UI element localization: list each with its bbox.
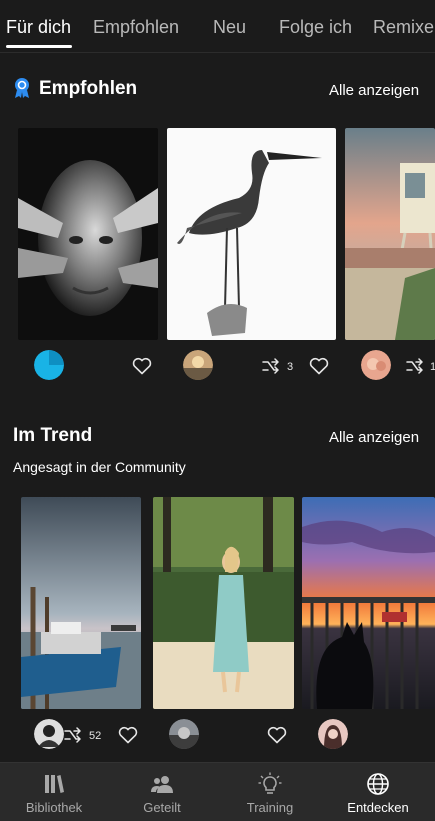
trending-see-all-link[interactable]: Alle anzeigen [329,429,419,446]
bottom-navigation: Bibliothek Geteilt Training Entdecken [0,762,435,821]
trending-photo-harbor[interactable] [21,497,141,709]
featured-photo-lifeguard-tower[interactable] [345,128,435,340]
nav-label-geteilt: Geteilt [143,800,181,815]
like-heart-icon[interactable] [132,357,152,375]
library-icon [45,775,64,793]
nav-item-training[interactable]: Training [216,763,324,821]
nav-item-geteilt[interactable]: Geteilt [108,763,216,821]
trending-author-avatar-3[interactable] [318,719,348,749]
featured-photo-portrait[interactable] [18,128,158,340]
featured-section-title: Empfohlen [39,78,138,99]
nav-label-training: Training [246,800,294,815]
remix-icon[interactable] [406,358,424,374]
trending-photo-sunset-cat[interactable] [302,497,435,709]
tab-empfohlen[interactable]: Empfohlen [93,17,179,38]
top-tab-bar: Für dich Empfohlen Neu Folge ich Remixe [0,0,435,53]
nav-item-entdecken[interactable]: Entdecken [324,763,432,821]
like-heart-icon[interactable] [309,357,329,375]
trending-photo-woman-dress[interactable] [153,497,294,709]
award-ribbon-icon [15,78,29,98]
trending-author-avatar-1[interactable] [34,719,64,749]
trending-section-title: Im Trend [13,425,93,446]
shared-people-icon [151,776,173,793]
featured-author-avatar-2[interactable] [183,350,213,380]
remix-icon[interactable] [64,727,82,743]
featured-author-avatar-3[interactable] [361,350,391,380]
remix-icon[interactable] [262,358,280,374]
globe-icon [367,773,389,795]
tab-fuer-dich[interactable]: Für dich [6,17,71,38]
remix-count: 1 [430,361,435,373]
trending-author-avatar-2[interactable] [169,719,199,749]
featured-photo-heron[interactable] [167,128,336,340]
like-heart-icon[interactable] [118,726,138,744]
lightbulb-icon [258,772,282,794]
nav-label-bibliothek: Bibliothek [25,800,83,815]
nav-item-bibliothek[interactable]: Bibliothek [0,763,108,821]
tab-remixe[interactable]: Remixe [373,17,434,38]
tab-folge-ich[interactable]: Folge ich [279,17,352,38]
tab-neu[interactable]: Neu [213,17,246,38]
nav-label-entdecken: Entdecken [347,800,409,815]
trending-subtitle: Angesagt in der Community [13,459,186,475]
like-heart-icon[interactable] [267,726,287,744]
featured-author-avatar-1[interactable] [34,350,64,380]
remix-count: 52 [89,730,102,742]
active-tab-indicator [6,45,72,48]
featured-see-all-link[interactable]: Alle anzeigen [329,82,419,99]
remix-count: 3 [287,361,294,373]
